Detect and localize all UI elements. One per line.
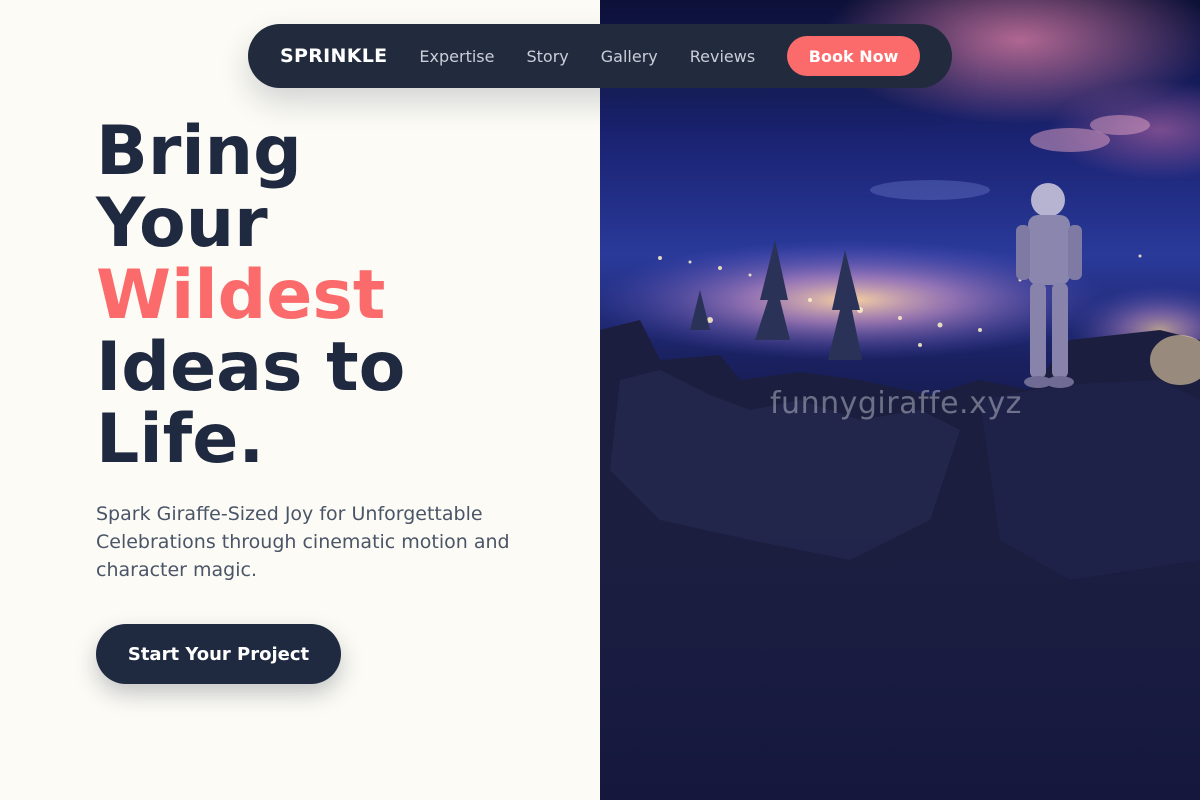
hero-heading-line-4: Ideas to [96,328,406,407]
book-now-button[interactable]: Book Now [787,36,920,76]
nav-link-expertise[interactable]: Expertise [419,47,494,66]
start-project-button[interactable]: Start Your Project [96,624,341,684]
nav-link-reviews[interactable]: Reviews [690,47,755,66]
hero-heading: Bring Your Wildest Ideas to Life. [96,116,405,476]
hero-heading-line-2: Your [96,184,268,263]
top-navigation: SPRINKLE Expertise Story Gallery Reviews… [248,24,952,88]
hero-heading-line-1: Bring [96,112,302,191]
nav-link-story[interactable]: Story [526,47,568,66]
hero-subtitle: Spark Giraffe-Sized Joy for Unforgettabl… [96,503,510,581]
nav-link-gallery[interactable]: Gallery [601,47,658,66]
hero-image: funnygiraffe.xyz [600,0,1200,800]
watermark-text: funnygiraffe.xyz [770,386,1022,421]
brand-logo[interactable]: SPRINKLE [280,45,387,67]
hero-heading-accent: Wildest [96,256,386,335]
hero-heading-line-5: Life. [96,400,265,479]
